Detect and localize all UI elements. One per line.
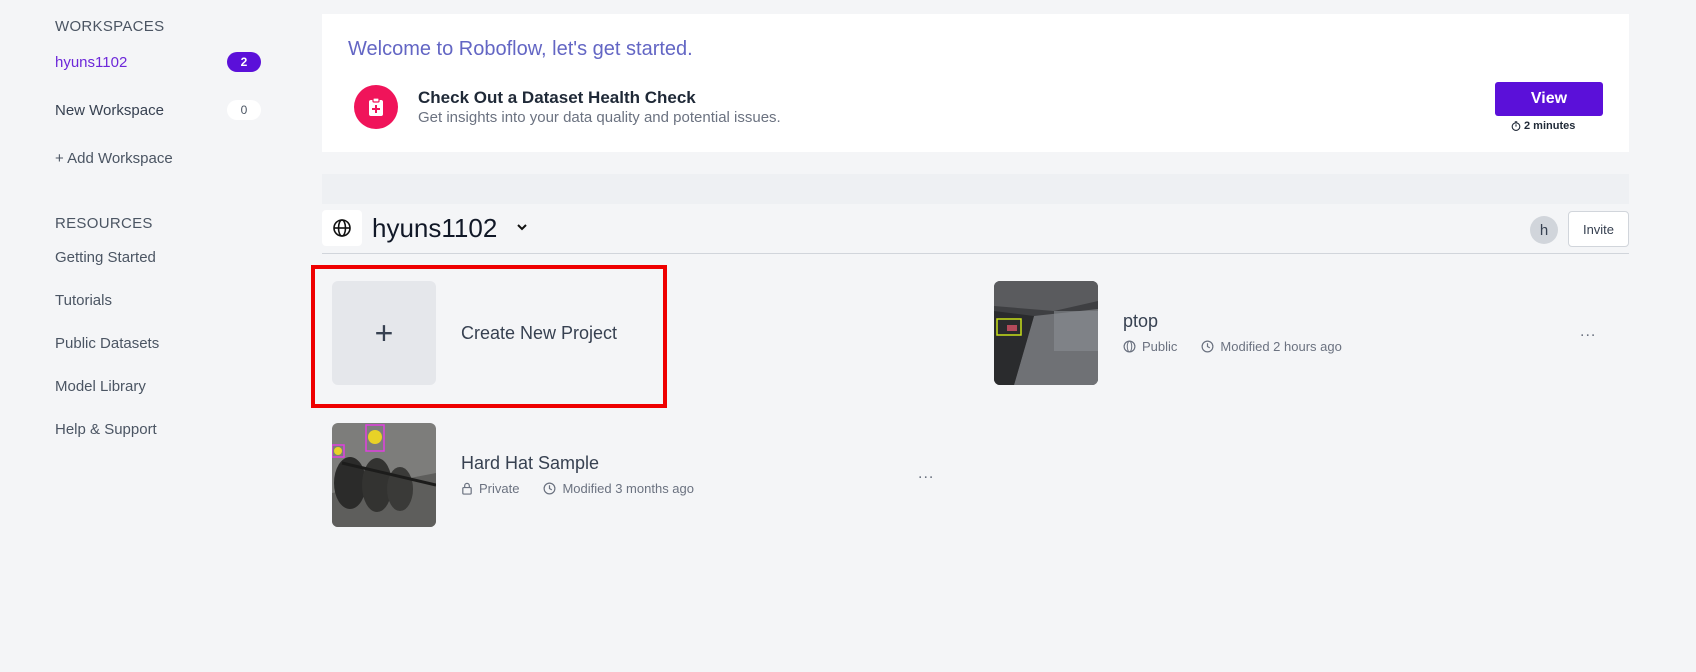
sidebar-workspace-hyuns1102[interactable]: hyuns1102 2 [55, 50, 261, 74]
sidebar-item-model-library[interactable]: Model Library [55, 378, 146, 395]
workspace-count-badge: 0 [227, 100, 261, 120]
sidebar: WORKSPACES hyuns1102 2 New Workspace 0 +… [0, 0, 300, 672]
chevron-down-icon[interactable] [515, 220, 529, 239]
add-workspace-link[interactable]: + Add Workspace [55, 150, 173, 167]
workspace-name: hyuns1102 [55, 53, 128, 71]
lock-icon [462, 482, 472, 495]
banner-title: Welcome to Roboflow, let's get started. [348, 38, 693, 60]
sidebar-item-tutorials[interactable]: Tutorials [55, 292, 112, 309]
sidebar-workspace-new-workspace[interactable]: New Workspace 0 [55, 98, 261, 122]
resources-heading: RESOURCES [55, 215, 153, 232]
project-meta: Public Modified 2 hours ago [1123, 339, 1342, 354]
globe-icon [1123, 340, 1136, 353]
modified-label: Modified 3 months ago [562, 481, 694, 496]
visibility-label: Private [479, 481, 520, 496]
workspace-band [322, 174, 1629, 204]
view-button[interactable]: View [1495, 82, 1603, 116]
project-meta: Private Modified 3 months ago [461, 481, 694, 496]
workspace-header: hyuns1102 h Invite [322, 204, 1629, 254]
duration-label: 2 minutes [1511, 120, 1575, 132]
project-card-hard-hat-sample[interactable]: Hard Hat Sample Private Modified 3 month… [332, 423, 752, 527]
project-card-ptop[interactable]: ptop Public Modified 2 hours ago [994, 281, 1414, 385]
project-name: ptop [1123, 311, 1159, 331]
modified-label: Modified 2 hours ago [1220, 339, 1342, 354]
timer-icon [1511, 121, 1521, 131]
clock-icon [1201, 340, 1214, 353]
welcome-banner: Welcome to Roboflow, let's get started. … [322, 14, 1629, 152]
avatar[interactable]: h [1530, 216, 1558, 244]
workspace-name: New Workspace [55, 101, 164, 119]
clipboard-plus-icon [354, 85, 398, 129]
sidebar-item-getting-started[interactable]: Getting Started [55, 249, 156, 266]
globe-icon [322, 210, 362, 246]
create-project-label: Create New Project [461, 323, 618, 343]
project-thumbnail [332, 423, 436, 527]
health-check-heading: Check Out a Dataset Health Check [418, 88, 696, 107]
invite-button[interactable]: Invite [1568, 211, 1629, 247]
sidebar-item-help-support[interactable]: Help & Support [55, 421, 157, 438]
project-thumbnail [994, 281, 1098, 385]
sidebar-item-public-datasets[interactable]: Public Datasets [55, 335, 159, 352]
workspace-count-badge: 2 [227, 52, 261, 72]
create-project-card[interactable]: + Create New Project [332, 281, 652, 385]
clock-icon [543, 482, 556, 495]
more-options-icon[interactable]: ... [1580, 323, 1596, 341]
workspaces-heading: WORKSPACES [55, 18, 165, 35]
health-check-subtitle: Get insights into your data quality and … [418, 109, 781, 126]
plus-icon: + [332, 281, 436, 385]
project-name: Hard Hat Sample [461, 453, 600, 473]
duration-text: 2 minutes [1524, 120, 1576, 132]
visibility-label: Public [1142, 339, 1178, 354]
more-options-icon[interactable]: ... [918, 465, 934, 483]
workspace-title[interactable]: hyuns1102 [372, 213, 497, 244]
